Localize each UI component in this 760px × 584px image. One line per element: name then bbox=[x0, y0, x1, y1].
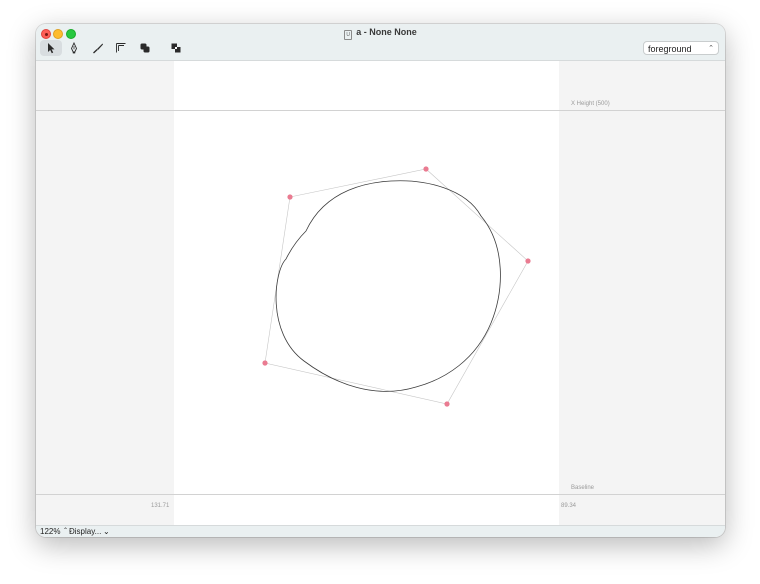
offcurve-point[interactable] bbox=[444, 401, 450, 407]
glyph-editor-window: Ua - None None foreground ⌃ X Height (50… bbox=[36, 24, 725, 537]
pen-tool-button[interactable] bbox=[63, 40, 85, 56]
title-bar: Ua - None None foreground ⌃ bbox=[36, 24, 725, 61]
pointer-tool-button[interactable] bbox=[40, 40, 62, 56]
window-title: a - None None bbox=[356, 27, 417, 37]
layer-select[interactable]: foreground ⌃ bbox=[643, 41, 719, 55]
layer-select-value: foreground bbox=[648, 44, 692, 54]
control-polygon bbox=[264, 168, 529, 405]
knife-icon bbox=[93, 43, 103, 54]
glyph-canvas[interactable]: X Height (500) Baseline 131.71 89.34 bbox=[36, 61, 725, 526]
offcurve-point[interactable] bbox=[525, 258, 531, 264]
offcurve-point[interactable] bbox=[423, 166, 429, 172]
updown-chevron-icon: ⌃ bbox=[708, 45, 714, 52]
overlap-shapes-icon bbox=[140, 43, 150, 53]
pen-nib-icon bbox=[71, 42, 77, 54]
subtract-shapes-button[interactable] bbox=[165, 40, 187, 56]
glyph-outline-layer bbox=[262, 166, 531, 407]
display-menu[interactable]: Display... bbox=[69, 526, 101, 537]
zoom-level[interactable]: 122% bbox=[40, 526, 60, 537]
glyph-contour[interactable] bbox=[275, 180, 501, 392]
status-bar: 122% ⌃⌄ Display... ⌄ bbox=[36, 525, 725, 537]
metrics-ruler-icon bbox=[116, 43, 126, 53]
offcurve-point[interactable] bbox=[262, 360, 268, 366]
remove-overlap-button[interactable] bbox=[134, 40, 156, 56]
pointer-arrow-icon bbox=[48, 43, 55, 54]
subtract-shapes-icon bbox=[171, 43, 181, 53]
metrics-tool-button[interactable] bbox=[110, 40, 132, 56]
knife-tool-button[interactable] bbox=[87, 40, 109, 56]
offcurve-point[interactable] bbox=[287, 194, 293, 200]
chevron-down-icon: ⌄ bbox=[103, 527, 110, 536]
window-title-area: Ua - None None bbox=[36, 26, 725, 40]
document-icon: U bbox=[344, 30, 353, 40]
